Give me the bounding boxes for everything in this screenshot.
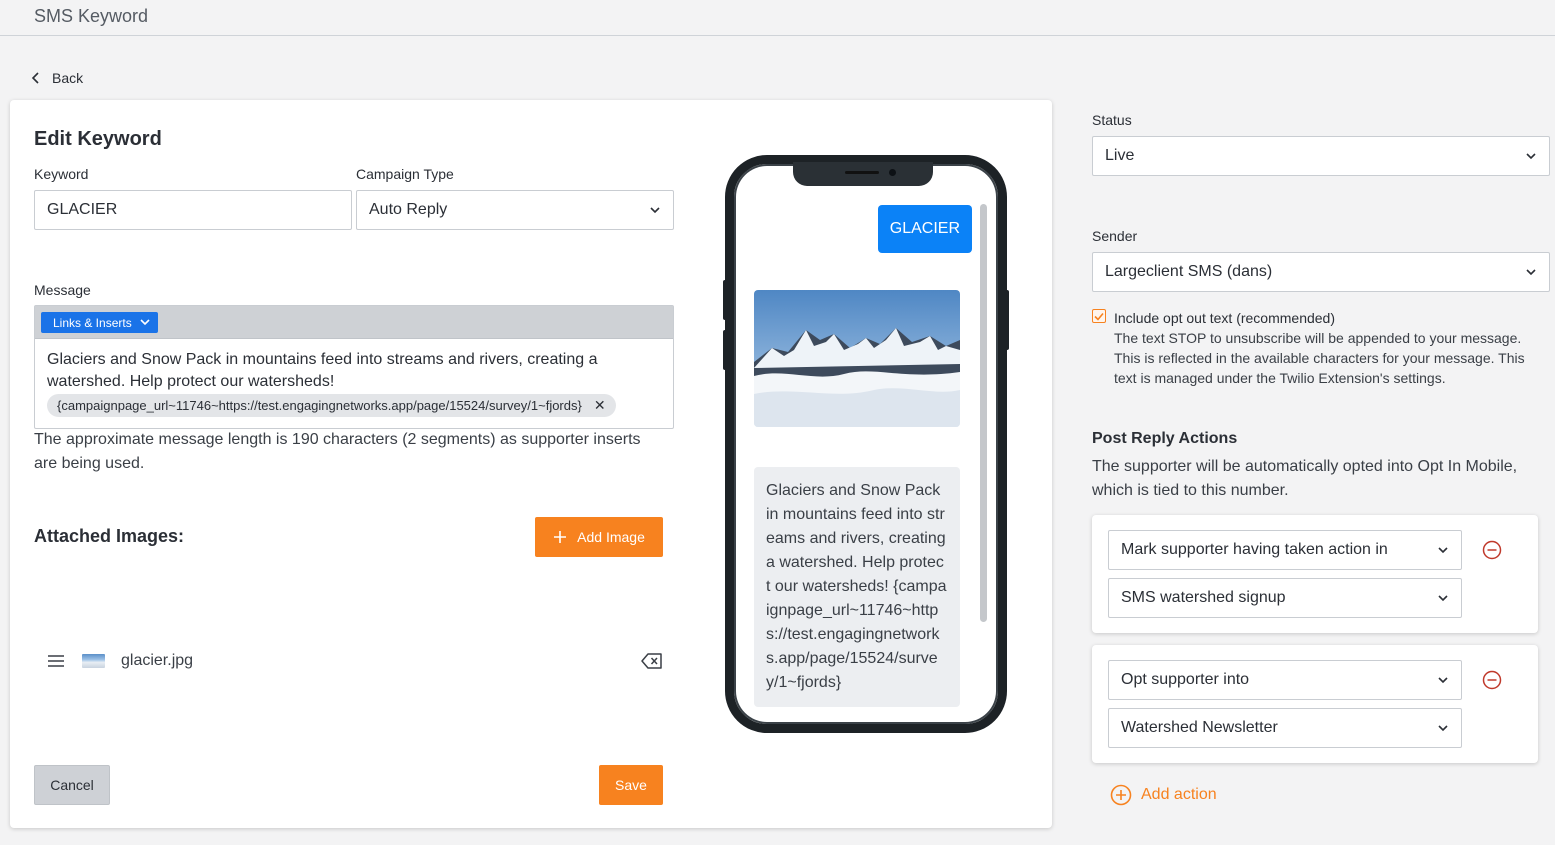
status-label: Status bbox=[1092, 112, 1132, 128]
message-label: Message bbox=[34, 282, 91, 298]
attached-image-row: glacier.jpg bbox=[46, 648, 663, 674]
chevron-down-icon bbox=[1526, 153, 1536, 160]
back-label: Back bbox=[52, 70, 84, 86]
action-card: Opt supporter into Watershed Newsletter bbox=[1092, 645, 1538, 763]
action-type-select[interactable]: Opt supporter into bbox=[1108, 660, 1462, 700]
status-value: Live bbox=[1105, 147, 1135, 164]
keyword-label: Keyword bbox=[34, 166, 89, 182]
plus-icon bbox=[554, 531, 567, 543]
action-type-select[interactable]: Mark supporter having taken action in bbox=[1108, 530, 1462, 570]
action-type-value: Opt supporter into bbox=[1121, 671, 1250, 688]
back-link[interactable]: Back bbox=[30, 70, 83, 86]
drag-handle-icon[interactable] bbox=[46, 653, 66, 669]
edit-keyword-heading: Edit Keyword bbox=[34, 128, 162, 150]
links-inserts-button[interactable]: Links & Inserts bbox=[41, 312, 158, 333]
sender-value: Largeclient SMS (dans) bbox=[1105, 263, 1273, 280]
phone-notch bbox=[793, 162, 933, 186]
add-action-label: Add action bbox=[1141, 786, 1217, 803]
outgoing-message-bubble: GLACIER bbox=[877, 205, 972, 253]
phone-speaker bbox=[845, 171, 879, 174]
add-image-label: Add Image bbox=[577, 529, 645, 545]
campaign-type-label: Campaign Type bbox=[356, 166, 454, 182]
action-card: Mark supporter having taken action in SM… bbox=[1092, 515, 1538, 633]
preview-scrollbar[interactable] bbox=[980, 204, 987, 622]
image-filename: glacier.jpg bbox=[121, 652, 194, 669]
campaign-type-value: Auto Reply bbox=[369, 201, 448, 218]
chevron-down-icon bbox=[1438, 547, 1448, 554]
save-button[interactable]: Save bbox=[599, 765, 663, 805]
chevron-down-icon bbox=[650, 207, 660, 214]
chevron-down-icon bbox=[1438, 677, 1448, 684]
post-reply-description: The supporter will be automatically opte… bbox=[1092, 458, 1518, 499]
status-select[interactable]: Live bbox=[1092, 136, 1550, 176]
chevron-left-icon bbox=[31, 72, 39, 84]
chevron-down-icon bbox=[140, 319, 150, 326]
image-thumbnail bbox=[82, 654, 105, 668]
action-target-select[interactable]: Watershed Newsletter bbox=[1108, 708, 1462, 748]
cancel-button[interactable]: Cancel bbox=[34, 765, 110, 805]
message-text[interactable]: Glaciers and Snow Pack in mountains feed… bbox=[47, 349, 647, 393]
incoming-message-bubble: Glaciers and Snow Pack in mountains feed… bbox=[754, 467, 960, 707]
optout-label[interactable]: Include opt out text (recommended) bbox=[1114, 308, 1534, 328]
chevron-down-icon bbox=[1526, 269, 1536, 276]
sender-select[interactable]: Largeclient SMS (dans) bbox=[1092, 252, 1550, 292]
edit-keyword-card: Edit Keyword Keyword GLACIER Campaign Ty… bbox=[10, 100, 1052, 828]
attached-images-heading: Attached Images: bbox=[34, 526, 185, 546]
add-image-button[interactable]: Add Image bbox=[535, 517, 663, 557]
action-type-value: Mark supporter having taken action in bbox=[1121, 541, 1388, 558]
message-length-note: The approximate message length is 190 ch… bbox=[34, 431, 641, 472]
action-target-select[interactable]: SMS watershed signup bbox=[1108, 578, 1462, 618]
optout-note: The text STOP to unsubscribe will be app… bbox=[1114, 330, 1525, 386]
insert-chip-text: {campaignpage_url~11746~https://test.eng… bbox=[57, 398, 582, 413]
keyword-value: GLACIER bbox=[47, 201, 118, 218]
phone-screen: GLACIER Glaciers and Snow Pack in mounta… bbox=[734, 164, 998, 724]
optout-text: Include opt out text (recommended) The t… bbox=[1114, 308, 1534, 388]
action-target-value: Watershed Newsletter bbox=[1121, 719, 1278, 736]
message-toolbar: Links & Inserts bbox=[35, 306, 673, 339]
remove-action-icon[interactable] bbox=[1482, 540, 1502, 560]
action-target-value: SMS watershed signup bbox=[1121, 589, 1286, 606]
chevron-down-icon bbox=[1438, 725, 1448, 732]
phone-camera bbox=[889, 169, 896, 176]
remove-action-icon[interactable] bbox=[1482, 670, 1502, 690]
save-label: Save bbox=[615, 777, 647, 793]
page-title: SMS Keyword bbox=[34, 6, 149, 26]
add-action-button[interactable]: Add action bbox=[1110, 784, 1217, 806]
top-bar: SMS Keyword bbox=[0, 0, 1555, 36]
insert-chip[interactable]: {campaignpage_url~11746~https://test.eng… bbox=[47, 394, 616, 417]
cancel-label: Cancel bbox=[50, 777, 94, 793]
keyword-input[interactable]: GLACIER bbox=[34, 190, 352, 230]
close-icon[interactable]: ✕ bbox=[594, 397, 606, 414]
post-reply-actions-heading: Post Reply Actions bbox=[1092, 430, 1238, 447]
links-inserts-label: Links & Inserts bbox=[53, 315, 132, 330]
optout-checkbox[interactable] bbox=[1092, 309, 1106, 323]
plus-circle-icon bbox=[1110, 784, 1132, 806]
sender-label: Sender bbox=[1092, 228, 1138, 244]
check-icon bbox=[1094, 312, 1104, 321]
chevron-down-icon bbox=[1438, 595, 1448, 602]
delete-icon[interactable] bbox=[641, 653, 663, 669]
optout-option: Include opt out text (recommended) The t… bbox=[1092, 308, 1534, 388]
glacier-image bbox=[754, 290, 960, 427]
phone-preview: GLACIER Glaciers and Snow Pack in mounta… bbox=[725, 155, 1007, 733]
message-editor[interactable]: Links & Inserts Glaciers and Snow Pack i… bbox=[34, 305, 674, 429]
campaign-type-select[interactable]: Auto Reply bbox=[356, 190, 674, 230]
